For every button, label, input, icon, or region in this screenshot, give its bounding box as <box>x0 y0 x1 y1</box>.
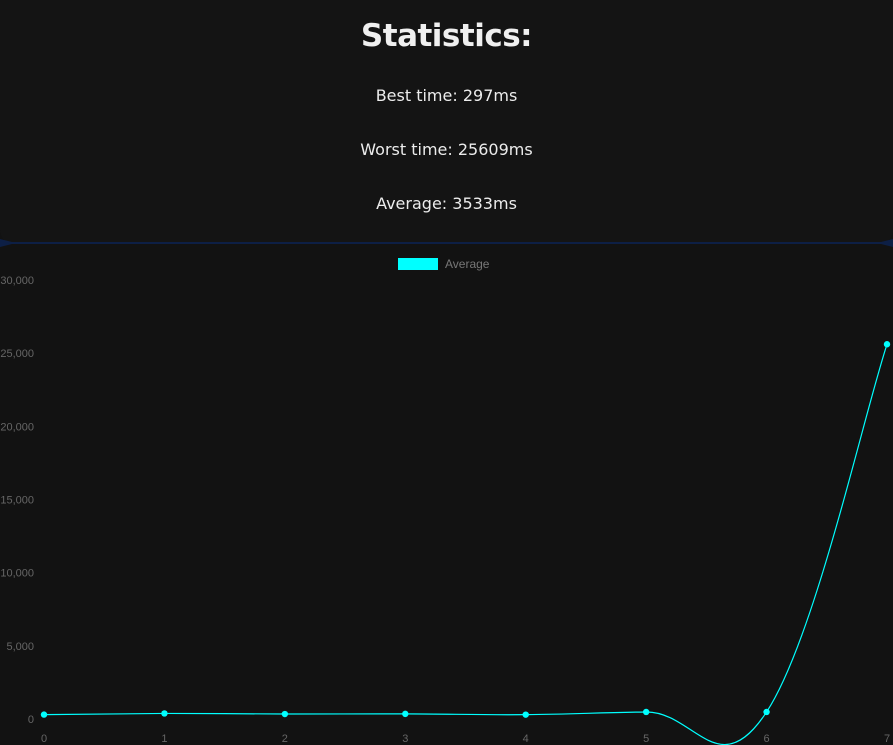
legend-swatch <box>398 258 438 270</box>
x-tick-label: 1 <box>161 733 167 745</box>
y-tick-label: 10,000 <box>0 568 34 580</box>
x-tick-label: 2 <box>282 733 288 745</box>
section-divider <box>0 239 893 247</box>
data-point[interactable] <box>281 710 289 718</box>
worst-time-text: Worst time: 25609ms <box>360 140 533 159</box>
y-tick-label: 20,000 <box>0 421 34 433</box>
series-points <box>40 341 891 718</box>
y-tick-label: 25,000 <box>0 348 34 360</box>
data-point[interactable] <box>522 711 529 718</box>
x-tick-label: 5 <box>643 733 649 745</box>
y-tick-label: 15,000 <box>0 495 34 507</box>
x-tick-label: 6 <box>764 733 770 745</box>
x-axis-ticks: 0 1 2 3 4 5 6 7 <box>41 733 890 745</box>
statistics-title: Statistics: <box>360 18 533 54</box>
x-tick-label: 3 <box>402 733 408 745</box>
best-time-text: Best time: 297ms <box>375 86 518 105</box>
data-point[interactable] <box>161 710 168 717</box>
legend-label-average: Average <box>445 257 490 271</box>
y-tick-label: 30,000 <box>0 275 34 287</box>
y-tick-label: 0 <box>28 714 34 726</box>
chart-legend[interactable]: Average <box>398 257 490 271</box>
data-point[interactable] <box>883 341 891 348</box>
x-tick-label: 4 <box>523 733 529 745</box>
x-tick-label: 7 <box>884 733 890 745</box>
statistics-panel: Statistics: Best time: 297ms Worst time:… <box>0 0 893 244</box>
data-point[interactable] <box>642 708 650 716</box>
x-tick-label: 0 <box>41 733 47 745</box>
series-line-average <box>43 344 888 745</box>
data-point[interactable] <box>40 711 48 718</box>
data-point[interactable] <box>402 710 409 718</box>
y-axis-ticks: 0 5,000 10,000 15,000 20,000 25,000 30,000 <box>0 275 34 726</box>
average-text: Average: 3533ms <box>376 194 517 213</box>
data-point[interactable] <box>763 708 770 716</box>
average-line-chart: Average 05,00010,00015,00020,00025,00030… <box>0 257 891 745</box>
y-tick-label: 5,000 <box>6 641 34 653</box>
